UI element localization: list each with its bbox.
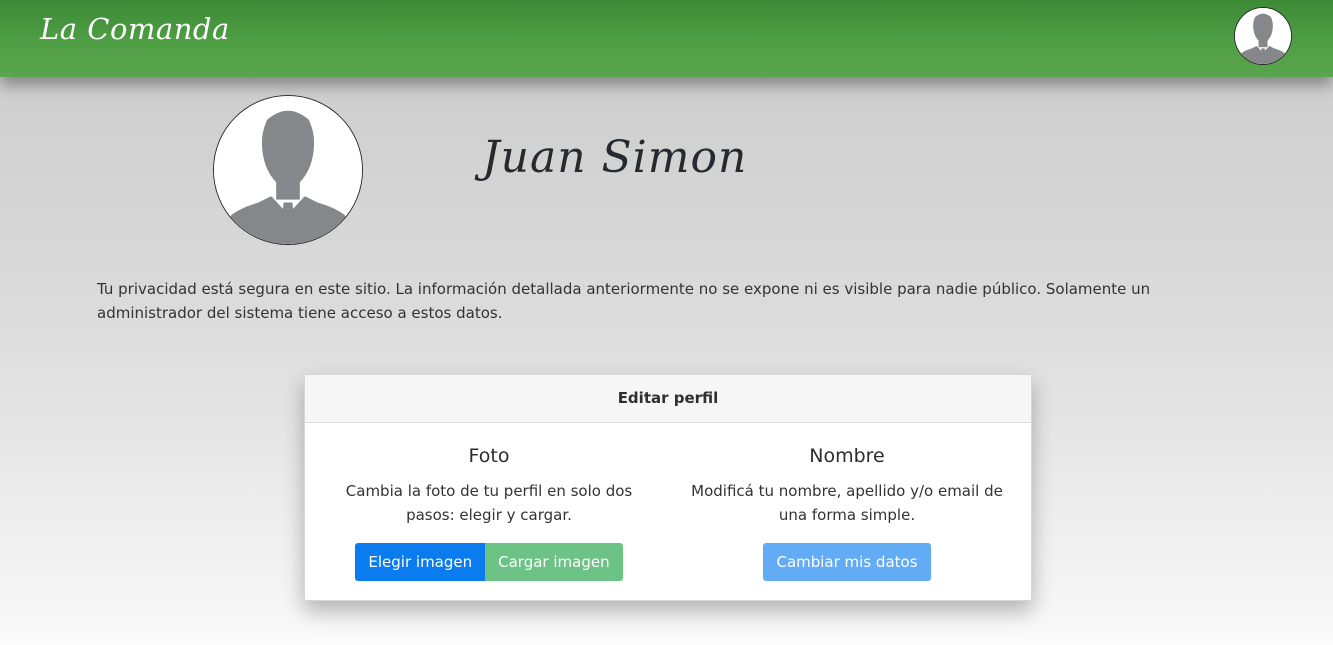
upload-image-button[interactable]: Cargar imagen <box>485 543 623 581</box>
photo-button-group: Elegir imagen Cargar imagen <box>325 543 653 581</box>
change-data-button[interactable]: Cambiar mis datos <box>763 543 931 581</box>
profile-user-name: Juan Simon <box>482 132 748 183</box>
user-silhouette-icon <box>214 96 362 244</box>
brand-logo[interactable]: La Comanda <box>40 12 230 46</box>
photo-section: Foto Cambia la foto de tu perfil en solo… <box>325 423 653 527</box>
name-button-group: Cambiar mis datos <box>683 543 1011 581</box>
photo-section-title: Foto <box>468 445 510 467</box>
user-silhouette-icon <box>1235 8 1291 64</box>
card-title: Editar perfil <box>305 375 1031 423</box>
choose-image-button[interactable]: Elegir imagen <box>355 543 486 581</box>
name-section: Nombre Modificá tu nombre, apellido y/o … <box>683 423 1011 527</box>
profile-avatar <box>213 95 363 245</box>
top-navbar: La Comanda <box>0 0 1333 77</box>
edit-profile-card: Editar perfil Foto Cambia la foto de tu … <box>304 374 1032 601</box>
privacy-notice: Tu privacidad está segura en este sitio.… <box>97 280 1151 322</box>
photo-section-description: Cambia la foto de tu perfil en solo dos … <box>345 482 633 524</box>
nav-user-avatar[interactable] <box>1234 7 1292 65</box>
name-section-title: Nombre <box>809 445 885 467</box>
name-section-description: Modificá tu nombre, apellido y/o email d… <box>691 482 1003 524</box>
